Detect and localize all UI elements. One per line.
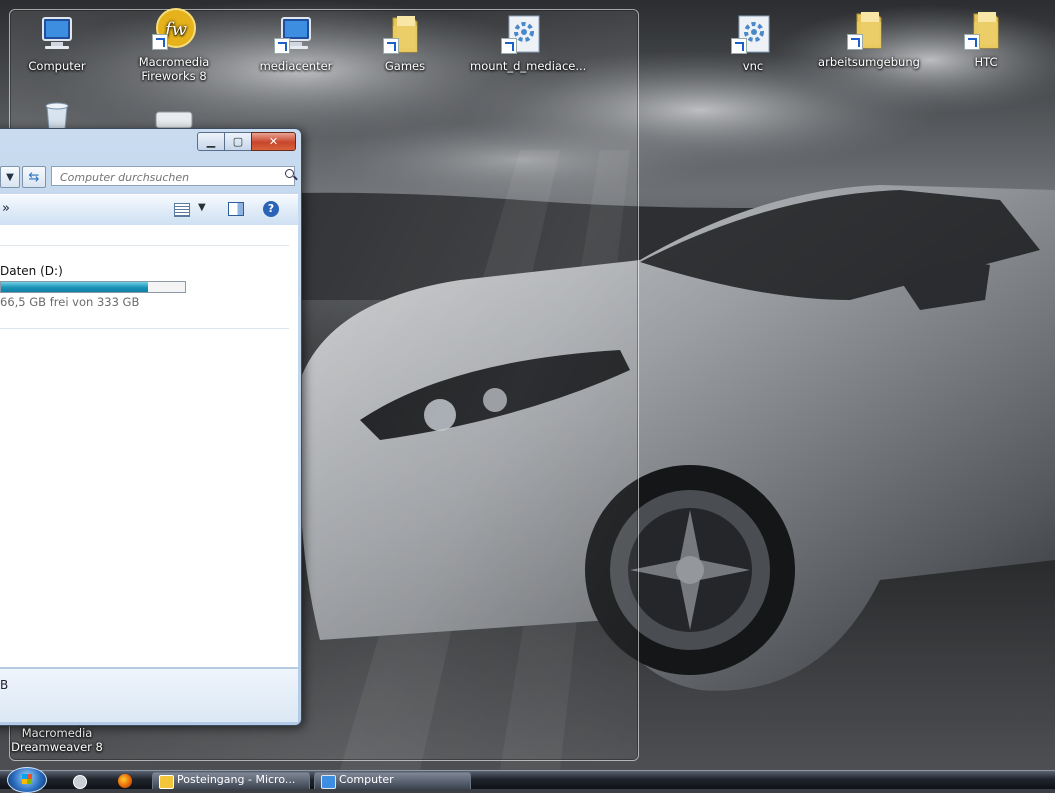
shortcut-arrow-icon <box>964 34 980 50</box>
quicklaunch-browser-icon[interactable] <box>73 775 87 789</box>
desktop-icon-arbeitsumgebung[interactable]: arbeitsumgebung <box>816 8 922 69</box>
details-text: B <box>0 678 9 692</box>
group-separator <box>0 245 289 246</box>
desktop-icon-label: Games <box>384 59 426 73</box>
desktop-icon-label: mount_d_mediace... <box>470 59 587 73</box>
explorer-window[interactable]: ▁ ▢ ✕ ▼ ⇆ » ▼ ? Daten (D:) 66,5 GB frei … <box>0 128 302 726</box>
desktop-icon-fireworks[interactable]: fw Macromedia Fireworks 8 <box>128 8 220 83</box>
caption-buttons: ▁ ▢ ✕ <box>197 132 296 151</box>
refresh-icon: ⇆ <box>28 169 40 185</box>
minimize-button[interactable]: ▁ <box>197 132 225 151</box>
start-button[interactable] <box>7 767 47 793</box>
desktop-icon-label: Macromedia <box>21 726 93 740</box>
drive-icon <box>152 108 196 130</box>
desktop-icon-label: mediacenter <box>259 59 333 73</box>
desktop-icon-games[interactable]: Games <box>359 12 451 73</box>
shortcut-arrow-icon <box>501 38 517 54</box>
folder-icon <box>964 8 1008 52</box>
script-icon <box>731 12 775 56</box>
content-pane: Daten (D:) 66,5 GB frei von 333 GB <box>0 225 298 667</box>
address-row: ▼ ⇆ <box>0 164 301 190</box>
outlook-icon <box>159 775 174 789</box>
search-icon[interactable] <box>285 169 294 178</box>
details-pane: B <box>0 668 298 722</box>
desktop-icon-dreamweaver[interactable]: Macromedia Dreamweaver 8 <box>11 726 103 754</box>
command-toolbar: » ▼ ? <box>0 194 298 226</box>
preview-pane-icon[interactable] <box>228 202 244 216</box>
taskbar: Posteingang - Micro... Computer <box>0 767 1055 793</box>
computer-icon <box>35 12 79 56</box>
shortcut-arrow-icon <box>152 34 168 50</box>
close-button[interactable]: ✕ <box>251 132 296 151</box>
desktop-icon-label: Computer <box>28 59 86 73</box>
computer-icon <box>274 12 318 56</box>
drive-usage-fill <box>1 282 149 292</box>
toolbar-more-chevron[interactable]: » <box>2 201 10 216</box>
address-dropdown-button[interactable]: ▼ <box>0 166 20 188</box>
shortcut-arrow-icon <box>274 38 290 54</box>
taskbar-button-outlook[interactable]: Posteingang - Micro... <box>152 772 310 789</box>
desktop-icon-label: vnc <box>742 59 764 73</box>
desktop-icon-htc[interactable]: HTC <box>940 8 1032 69</box>
folder-icon <box>383 12 427 56</box>
desktop-icon-mount-mediacenter[interactable]: mount_d_mediace... <box>470 12 587 73</box>
maximize-button[interactable]: ▢ <box>224 132 252 151</box>
desktop-icon-vnc[interactable]: vnc <box>707 12 799 73</box>
drive-label: Daten (D:) <box>0 264 63 278</box>
taskbar-button-label: Computer <box>339 773 394 786</box>
desktop-icon-device[interactable] <box>128 108 220 130</box>
shortcut-arrow-icon <box>847 34 863 50</box>
group-separator <box>0 328 289 329</box>
desktop-icon-label: arbeitsumgebung <box>818 55 920 69</box>
help-icon[interactable]: ? <box>263 201 279 217</box>
folder-icon <box>847 8 891 52</box>
computer-icon <box>321 775 336 789</box>
drive-free-space: 66,5 GB frei von 333 GB <box>0 295 140 309</box>
desktop-icon-label: Macromedia Fireworks 8 <box>138 55 210 83</box>
drive-usage-bar <box>0 281 186 293</box>
script-icon <box>501 12 545 56</box>
desktop-icon-mediacenter[interactable]: mediacenter <box>250 12 342 73</box>
fireworks-icon: fw <box>152 8 196 52</box>
desktop-icon-label: Dreamweaver 8 <box>11 740 103 754</box>
views-icon[interactable] <box>174 203 190 217</box>
search-input[interactable] <box>51 166 295 186</box>
shortcut-arrow-icon <box>383 38 399 54</box>
shortcut-arrow-icon <box>731 38 747 54</box>
windows-logo-icon <box>22 774 32 784</box>
desktop-icon-computer[interactable]: Computer <box>11 12 103 73</box>
refresh-button[interactable]: ⇆ <box>22 166 46 188</box>
taskbar-button-label: Posteingang - Micro... <box>177 773 296 786</box>
views-dropdown-icon[interactable]: ▼ <box>198 202 206 213</box>
desktop-icon-label: HTC <box>974 55 998 69</box>
quicklaunch-firefox-icon[interactable] <box>118 774 132 788</box>
recycle-bin-icon <box>35 100 79 131</box>
taskbar-button-computer[interactable]: Computer <box>314 772 471 789</box>
desktop-icon-recycle-bin[interactable] <box>11 100 103 131</box>
